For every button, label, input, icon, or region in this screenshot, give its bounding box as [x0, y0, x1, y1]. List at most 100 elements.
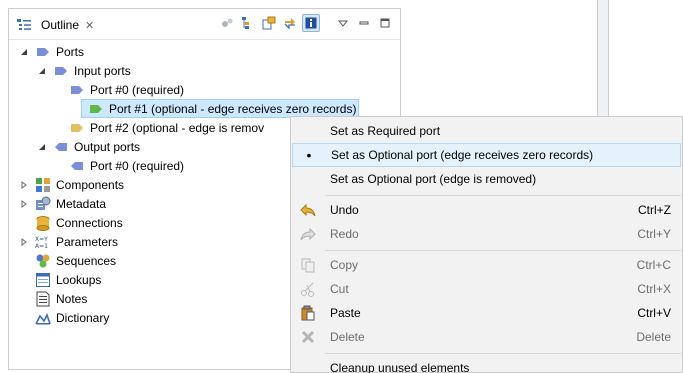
tree-node-output-ports[interactable]: Output ports [37, 137, 140, 156]
menu-item-set-required[interactable]: Set as Required port [292, 119, 681, 143]
minimize-icon[interactable] [355, 14, 373, 32]
tree-label: Connections [56, 215, 123, 230]
menu-item-shortcut: Ctrl+Z [638, 203, 671, 217]
tree-node-metadata[interactable]: Metadata [19, 194, 106, 213]
info-toggle-icon[interactable] [302, 14, 320, 32]
svg-text:X=Y: X=Y [35, 236, 48, 243]
tab-outline[interactable]: Outline ✕ [12, 14, 98, 36]
undo-icon [299, 201, 317, 219]
tree-node-notes[interactable]: Notes [35, 289, 87, 308]
menu-item-label: Cleanup unused elements [330, 361, 470, 373]
tree-label: Ports [56, 44, 85, 59]
menu-item-shortcut: Ctrl+X [637, 282, 671, 296]
menu-item-copy[interactable]: Copy Ctrl+C [292, 253, 681, 277]
menu-item-shortcut: Ctrl+V [637, 306, 671, 320]
tree-label: Output ports [74, 139, 141, 154]
redo-icon [299, 225, 317, 243]
scissors-icon [299, 280, 317, 298]
menu-item-label: Redo [330, 227, 359, 241]
view-menu-icon[interactable] [334, 14, 352, 32]
tree-node-input-port-2[interactable]: Port #2 (optional - edge is remov [69, 118, 264, 137]
parameters-icon: X=Y A=1 [35, 234, 51, 250]
menu-separator [325, 353, 681, 354]
layout-icon[interactable] [260, 14, 278, 32]
menu-item-cut[interactable]: Cut Ctrl+X [292, 277, 681, 301]
menu-item-label: Set as Optional port (edge is removed) [330, 172, 537, 186]
menu-item-delete[interactable]: Delete Delete [292, 325, 681, 349]
sequences-icon [35, 253, 51, 269]
tree-node-ports[interactable]: Ports [19, 42, 84, 61]
collapsed-triangle-icon[interactable] [19, 199, 29, 209]
menu-item-label: Set as Required port [330, 124, 441, 138]
collapsed-triangle-icon[interactable] [19, 180, 29, 190]
input-port-blue-icon [69, 82, 85, 98]
input-port-green-icon [88, 101, 104, 117]
tree-node-components[interactable]: Components [19, 175, 124, 194]
output-port-icon [53, 139, 69, 155]
tree-node-input-port-0[interactable]: Port #0 (required) [69, 80, 184, 99]
notes-icon [35, 291, 51, 307]
tree-label: Port #2 (optional - edge is remov [90, 120, 265, 135]
menu-separator [325, 195, 681, 196]
tree-label: Metadata [56, 196, 107, 211]
menu-item-shortcut: Ctrl+C [636, 258, 671, 272]
close-icon[interactable]: ✕ [85, 19, 94, 32]
tree-label: Port #0 (required) [90, 82, 185, 97]
maximize-icon[interactable] [376, 14, 394, 32]
menu-item-cleanup[interactable]: Cleanup unused elements [292, 356, 681, 373]
svg-text:A=1: A=1 [35, 243, 48, 250]
menu-item-label: Paste [330, 306, 361, 320]
context-menu: Set as Required port • Set as Optional p… [290, 116, 683, 373]
tree-label: Lookups [56, 272, 102, 287]
tree-label: Input ports [74, 63, 131, 78]
tree-node-parameters[interactable]: X=Y A=1 Parameters [19, 232, 118, 251]
expanded-triangle-icon[interactable] [37, 66, 47, 76]
view-toolbar [218, 14, 394, 32]
menu-item-label: Delete [330, 330, 365, 344]
filter-icon[interactable] [218, 14, 236, 32]
tree-node-sequences[interactable]: Sequences [35, 251, 116, 270]
tree-node-dictionary[interactable]: Dictionary [35, 308, 109, 327]
port-group-icon [35, 44, 51, 60]
radio-checked-icon: • [306, 147, 312, 163]
menu-item-set-optional-zero-records[interactable]: • Set as Optional port (edge receives ze… [292, 143, 681, 167]
tree-node-connections[interactable]: Connections [35, 213, 123, 232]
menu-item-label: Set as Optional port (edge receives zero… [331, 148, 594, 162]
menu-item-label: Copy [330, 258, 359, 272]
input-port-yellow-icon [69, 120, 85, 136]
menu-item-shortcut: Ctrl+Y [637, 227, 671, 241]
tree-node-output-port-0[interactable]: Port #0 (required) [69, 156, 184, 175]
lookups-icon [35, 272, 51, 288]
tree-label: Sequences [56, 253, 117, 268]
tree-node-lookups[interactable]: Lookups [35, 270, 101, 289]
sync-icon[interactable] [281, 14, 299, 32]
menu-item-undo[interactable]: Undo Ctrl+Z [292, 198, 681, 222]
tab-title: Outline [41, 18, 80, 32]
tree-label: Parameters [56, 234, 119, 249]
outline-icon [16, 17, 32, 33]
tree-label: Dictionary [56, 310, 110, 325]
components-icon [35, 177, 51, 193]
view-header: Outline ✕ [9, 9, 400, 40]
tree-label: Port #0 (required) [90, 158, 185, 173]
dictionary-icon [35, 310, 51, 326]
menu-item-paste[interactable]: Paste Ctrl+V [292, 301, 681, 325]
tree-node-input-ports[interactable]: Input ports [37, 61, 131, 80]
tree-label: Components [56, 177, 125, 192]
tree-label: Notes [56, 291, 88, 306]
output-port-icon [69, 158, 85, 174]
paste-icon [299, 304, 317, 322]
menu-item-set-optional-removed[interactable]: Set as Optional port (edge is removed) [292, 167, 681, 191]
menu-item-shortcut: Delete [636, 330, 671, 344]
menu-item-label: Undo [330, 203, 359, 217]
metadata-icon [35, 196, 51, 212]
expanded-triangle-icon[interactable] [37, 142, 47, 152]
delete-icon [299, 328, 317, 346]
tree-label: Port #1 (optional - edge receives zero r… [109, 101, 357, 116]
tree-view-icon[interactable] [239, 14, 257, 32]
menu-item-redo[interactable]: Redo Ctrl+Y [292, 222, 681, 246]
expanded-triangle-icon[interactable] [19, 47, 29, 57]
input-port-icon [53, 63, 69, 79]
menu-item-label: Cut [330, 282, 349, 296]
collapsed-triangle-icon[interactable] [19, 237, 29, 247]
